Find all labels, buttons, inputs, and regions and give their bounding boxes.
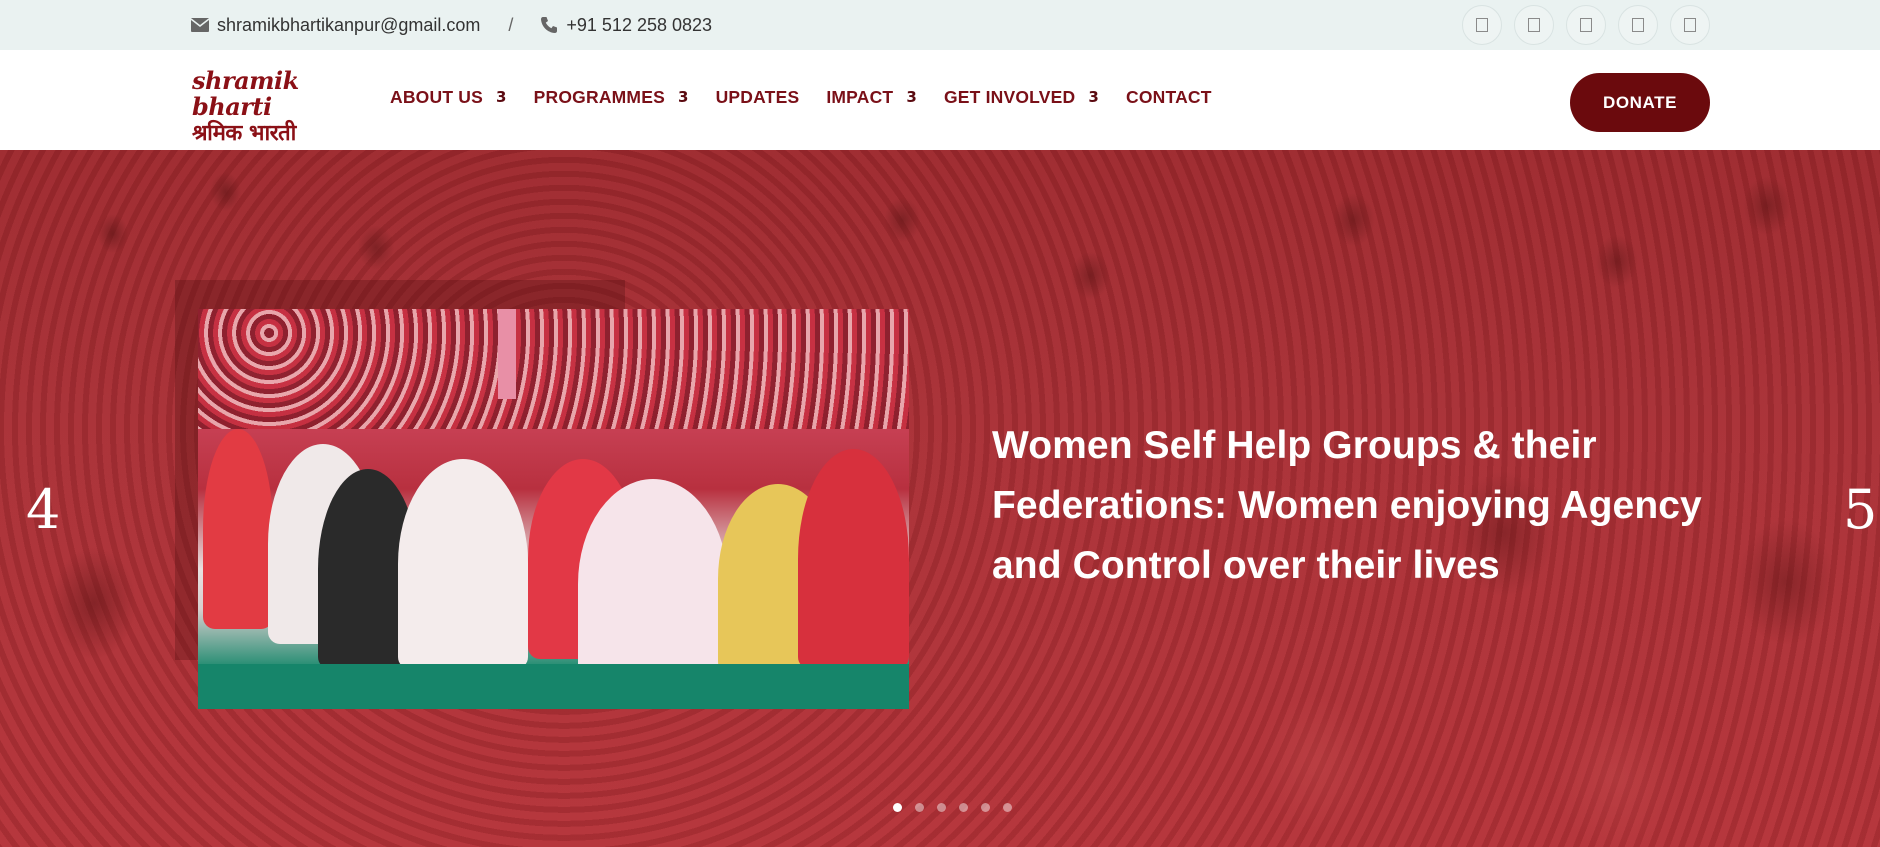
twitter-icon[interactable] xyxy=(1514,5,1554,45)
instagram-icon[interactable] xyxy=(1566,5,1606,45)
nav-label: CONTACT xyxy=(1126,86,1212,107)
photo-figure xyxy=(578,479,728,689)
nav-item-about-us[interactable]: ABOUT US 3 xyxy=(390,87,507,108)
slider-dots xyxy=(893,803,1012,812)
nav-label: GET INVOLVED xyxy=(943,86,1076,107)
linkedin-icon[interactable] xyxy=(1670,5,1710,45)
top-bar: shramikbhartikanpur@gmail.com / +91 512 … xyxy=(0,0,1880,50)
chevron-down-icon: 3 xyxy=(496,88,507,106)
chevron-down-icon: 3 xyxy=(906,88,917,106)
chevron-down-icon: 3 xyxy=(1088,88,1099,106)
chevron-down-icon: 3 xyxy=(677,88,689,106)
photo-pillar xyxy=(498,309,516,399)
nav-label: UPDATES xyxy=(715,86,800,107)
nav-label: IMPACT xyxy=(826,86,894,107)
logo-text-english: shramik bharti xyxy=(192,66,299,121)
slider-next-arrow[interactable]: 5 xyxy=(1843,480,1877,540)
photo-figure xyxy=(203,429,273,629)
slide-title: Women Self Help Groups & their Federatio… xyxy=(992,424,1702,587)
crowd-rows xyxy=(198,309,909,429)
nav-item-get-involved[interactable]: GET INVOLVED 3 xyxy=(944,87,1099,108)
youtube-icon[interactable] xyxy=(1618,5,1658,45)
nav-label: ABOUT US xyxy=(390,86,483,107)
slide-image xyxy=(198,309,909,709)
email-link[interactable]: shramikbhartikanpur@gmail.com xyxy=(217,15,480,36)
slider-dot[interactable] xyxy=(893,803,902,812)
slider-dot[interactable] xyxy=(1003,803,1012,812)
phone-icon xyxy=(539,17,559,33)
facebook-icon[interactable] xyxy=(1462,5,1502,45)
nav-item-programmes[interactable]: PROGRAMMES 3 xyxy=(534,87,689,108)
phone-link[interactable]: +91 512 258 0823 xyxy=(566,15,712,36)
main-nav: ABOUT US 3 PROGRAMMES 3 UPDATES IMPACT 3… xyxy=(390,50,1239,144)
logo-text-hindi: श्रमिक भारती xyxy=(192,120,296,146)
slider-prev-arrow[interactable]: 4 xyxy=(26,480,60,540)
social-links xyxy=(1462,5,1710,45)
contact-separator: / xyxy=(508,14,514,35)
envelope-icon xyxy=(190,17,210,33)
photo-figure xyxy=(398,459,528,669)
nav-item-impact[interactable]: IMPACT 3 xyxy=(826,87,917,108)
photo-floor xyxy=(198,664,909,709)
nav-item-contact[interactable]: CONTACT xyxy=(1126,87,1212,108)
nav-label: PROGRAMMES xyxy=(533,86,665,107)
donate-button[interactable]: DONATE xyxy=(1570,73,1710,132)
slider-dot[interactable] xyxy=(915,803,924,812)
slider-dot[interactable] xyxy=(981,803,990,812)
slider-dot[interactable] xyxy=(937,803,946,812)
slider-dot[interactable] xyxy=(959,803,968,812)
contact-info: shramikbhartikanpur@gmail.com / +91 512 … xyxy=(190,0,712,50)
nav-item-updates[interactable]: UPDATES xyxy=(716,87,800,108)
site-logo[interactable]: shramik bharti श्रमिक भारती xyxy=(192,66,352,147)
site-header: shramik bharti श्रमिक भारती ABOUT US 3 P… xyxy=(0,50,1880,150)
photo-figure xyxy=(798,449,909,669)
hero-slider: Women Self Help Groups & their Federatio… xyxy=(0,150,1880,847)
